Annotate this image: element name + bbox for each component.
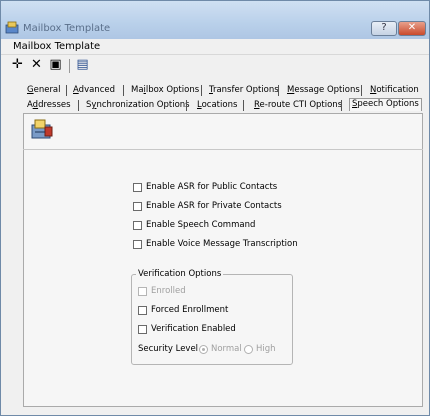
tab-separator bbox=[201, 85, 202, 96]
caption-text: Mailbox Template bbox=[13, 41, 101, 52]
tab-locations[interactable]: Locations bbox=[197, 100, 237, 110]
security-normal-label: Normal bbox=[211, 344, 242, 354]
forced-enrollment-label: Forced Enrollment bbox=[151, 305, 229, 315]
tab-speech-options[interactable]: Speech Options bbox=[349, 98, 422, 111]
floppy-icon[interactable]: ▣ bbox=[47, 57, 64, 74]
title-bar: Mailbox Template ? ✕ bbox=[1, 1, 429, 39]
tab-separator bbox=[66, 85, 67, 96]
tab-separator bbox=[186, 100, 187, 111]
asr-private-checkbox[interactable] bbox=[133, 202, 142, 211]
security-high-label: High bbox=[256, 344, 276, 354]
voice-transcription-checkbox[interactable] bbox=[133, 240, 142, 249]
window-title: Mailbox Template bbox=[23, 23, 111, 34]
mailbox-app-icon bbox=[5, 21, 19, 34]
tab-advanced[interactable]: Advanced bbox=[73, 85, 115, 95]
tab-separator bbox=[278, 85, 279, 96]
asr-public-label: Enable ASR for Public Contacts bbox=[146, 182, 278, 192]
tab-mailbox-options[interactable]: Mailbox Options bbox=[131, 85, 199, 95]
x-icon[interactable]: ✕ bbox=[28, 57, 45, 74]
tab-separator bbox=[361, 85, 362, 96]
plus-icon[interactable]: ✛ bbox=[9, 57, 26, 74]
speech-command-label: Enable Speech Command bbox=[146, 220, 256, 230]
tab-general[interactable]: General bbox=[27, 85, 61, 95]
tab-separator bbox=[341, 100, 342, 111]
forced-enrollment-checkbox[interactable] bbox=[138, 306, 147, 315]
tab-addresses[interactable]: Addresses bbox=[27, 100, 71, 110]
help-button[interactable]: ? bbox=[371, 21, 397, 36]
caption-bar: Mailbox Template bbox=[1, 39, 429, 55]
form-icon[interactable]: ▤ bbox=[74, 57, 91, 74]
speech-command-checkbox[interactable] bbox=[133, 221, 142, 230]
enrolled-label: Enrolled bbox=[151, 286, 186, 296]
verification-enabled-label: Verification Enabled bbox=[151, 324, 236, 334]
asr-private-label: Enable ASR for Private Contacts bbox=[146, 201, 282, 211]
tab-separator bbox=[123, 85, 124, 96]
toolbar-separator bbox=[69, 59, 70, 73]
security-level-label: Security Level bbox=[138, 344, 199, 354]
panel-divider bbox=[23, 149, 423, 150]
tab-re-route-cti-options[interactable]: Re-route CTI Options bbox=[254, 100, 342, 110]
mailbox-template-window: Mailbox Template ? ✕ Mailbox Template ✛ … bbox=[0, 0, 430, 416]
enrolled-checkbox bbox=[138, 287, 147, 296]
tab-message-options[interactable]: Message Options bbox=[287, 85, 360, 95]
security-normal-radio bbox=[199, 345, 208, 354]
close-button[interactable]: ✕ bbox=[398, 21, 426, 36]
tab-separator bbox=[78, 100, 79, 111]
asr-public-checkbox[interactable] bbox=[133, 183, 142, 192]
voice-transcription-label: Enable Voice Message Transcription bbox=[146, 239, 298, 249]
verification-options-title: Verification Options bbox=[136, 269, 224, 279]
tab-synchronization-options[interactable]: Synchronization Options bbox=[86, 100, 190, 110]
tab-notification[interactable]: Notification bbox=[370, 85, 419, 95]
security-high-radio bbox=[244, 345, 253, 354]
tab-separator bbox=[243, 100, 244, 111]
tab-transfer-options[interactable]: Transfer Options bbox=[209, 85, 279, 95]
verification-enabled-checkbox[interactable] bbox=[138, 325, 147, 334]
mailbox-speech-icon bbox=[31, 119, 53, 139]
